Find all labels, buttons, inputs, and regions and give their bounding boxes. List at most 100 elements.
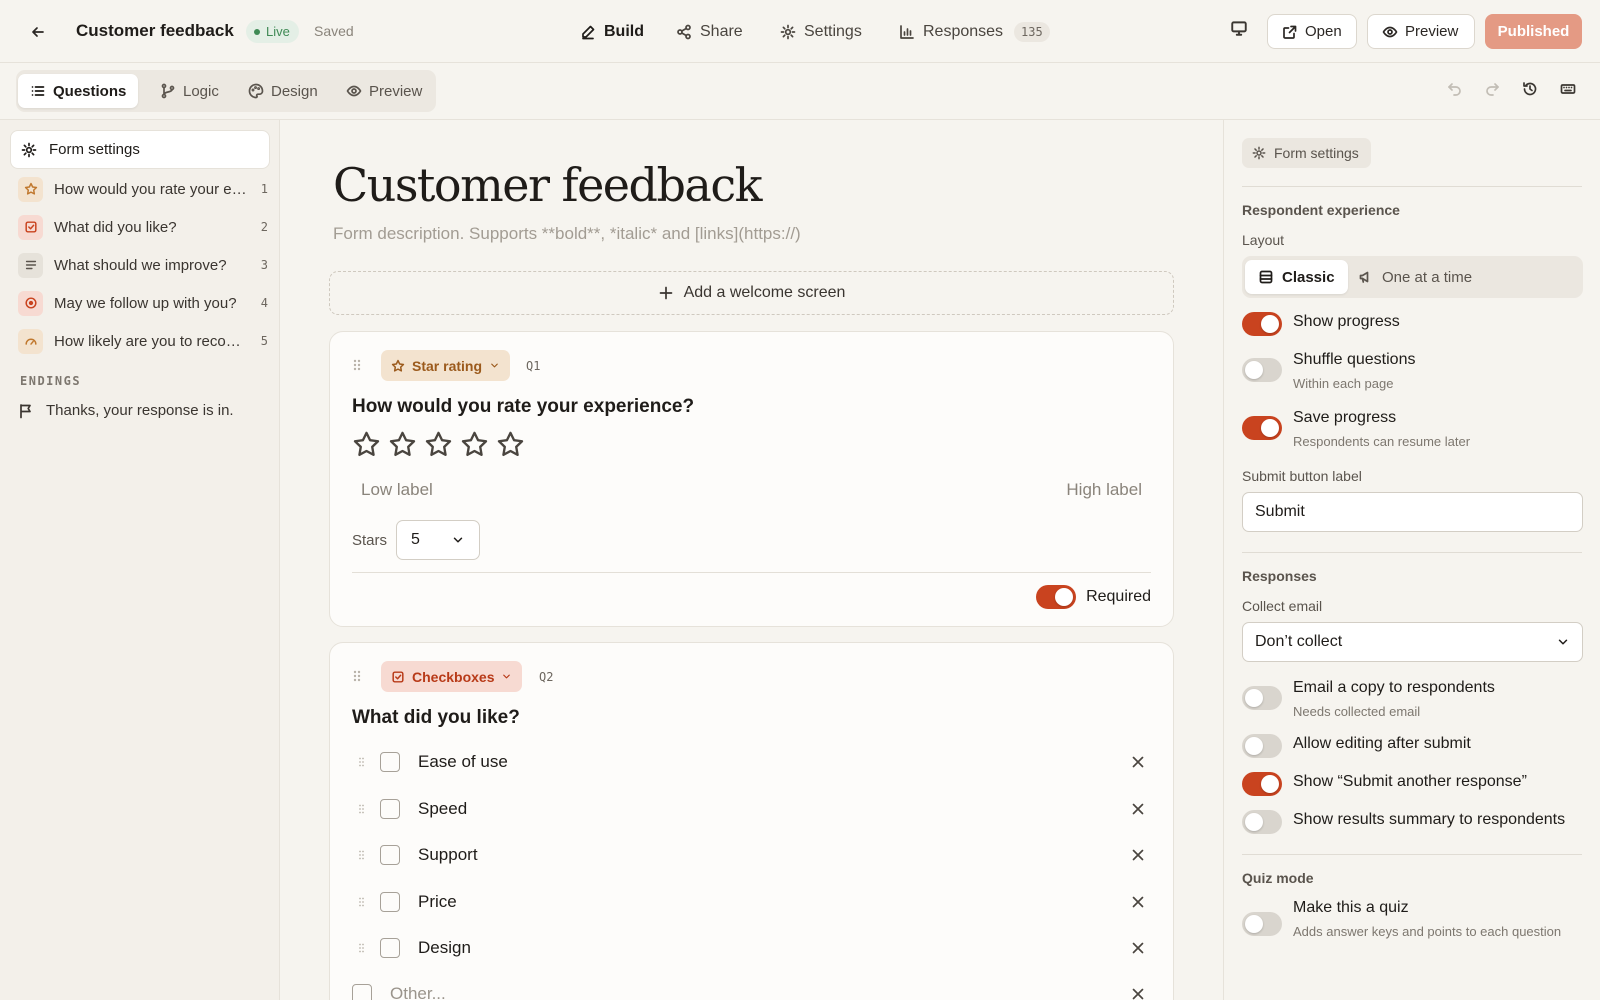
keyboard-shortcuts-button[interactable] <box>1560 81 1576 97</box>
sidebar-form-settings[interactable]: Form settings <box>10 130 270 169</box>
sidebar-item-q4[interactable]: May we follow up with you? 4 <box>18 288 268 318</box>
remove-option-button[interactable] <box>1130 940 1146 956</box>
sidebar-item-q2[interactable]: What did you like? 2 <box>18 212 268 242</box>
nav-settings[interactable]: Settings <box>780 0 862 63</box>
checkbox[interactable] <box>380 799 400 819</box>
question-type-dropdown[interactable]: Star rating <box>381 350 511 381</box>
drag-handle-icon[interactable] <box>352 358 362 372</box>
stars-count-select[interactable]: 5 <box>396 520 481 560</box>
sidebar-item-label: What should we improve? <box>54 256 227 274</box>
device-toggle-button[interactable] <box>1230 19 1248 37</box>
checkbox[interactable] <box>380 752 400 772</box>
open-button[interactable]: Open <box>1267 14 1357 49</box>
sidebar-item-q3[interactable]: What should we improve? 3 <box>18 250 268 280</box>
drag-handle-icon[interactable] <box>352 803 372 815</box>
tab-design[interactable]: Design <box>236 74 330 108</box>
question-type-dropdown[interactable]: Checkboxes <box>381 661 523 692</box>
option-label[interactable]: Speed <box>418 799 1130 819</box>
toggle-shuffle-questions[interactable]: Shuffle questions Within each page <box>1242 350 1587 393</box>
checkbox-option[interactable]: Price <box>352 884 1152 920</box>
toggle-allow-editing[interactable]: Allow editing after submit <box>1242 734 1587 758</box>
checkbox[interactable] <box>352 984 372 1000</box>
other-option-input[interactable]: Other... <box>390 984 1130 1000</box>
remove-option-button[interactable] <box>1130 894 1146 910</box>
remove-option-button[interactable] <box>1130 847 1146 863</box>
drag-handle-icon[interactable] <box>352 756 372 768</box>
remove-option-button[interactable] <box>1130 801 1146 817</box>
checkbox-option[interactable]: Speed <box>352 791 1152 827</box>
question-title[interactable]: How would you rate your experience? <box>352 396 694 418</box>
toggle-save-progress[interactable]: Save progress Respondents can resume late… <box>1242 408 1587 451</box>
results-summary-toggle[interactable] <box>1242 810 1282 834</box>
submit-another-toggle[interactable] <box>1242 772 1282 796</box>
show-progress-toggle[interactable] <box>1242 312 1282 336</box>
sidebar-item-label: May we follow up with you? <box>54 294 237 312</box>
email-copy-toggle[interactable] <box>1242 686 1282 710</box>
form-description-input[interactable]: Form description. Supports **bold**, *it… <box>333 224 801 244</box>
drag-handle-icon[interactable] <box>352 849 372 861</box>
high-label-input[interactable]: High label <box>1066 480 1142 500</box>
drag-handle-icon[interactable] <box>352 942 372 954</box>
close-icon <box>1132 896 1144 908</box>
save-progress-toggle[interactable] <box>1242 416 1282 440</box>
other-option[interactable]: Other... <box>352 976 1152 1000</box>
option-label[interactable]: Price <box>418 892 1130 912</box>
checkbox-option[interactable]: Ease of use <box>352 744 1152 780</box>
allow-editing-toggle[interactable] <box>1242 734 1282 758</box>
layout-classic-option[interactable]: Classic <box>1245 260 1348 294</box>
redo-button[interactable] <box>1484 81 1500 97</box>
toggle-show-progress[interactable]: Show progress <box>1242 312 1587 336</box>
sidebar-item-q1[interactable]: How would you rate your experience? 1 <box>18 174 268 204</box>
checkbox-option[interactable]: Design <box>352 930 1152 966</box>
shuffle-questions-toggle[interactable] <box>1242 358 1282 382</box>
panel-form-settings-chip: Form settings <box>1242 138 1371 168</box>
sidebar-item-q5[interactable]: How likely are you to recommend us? 5 <box>18 326 268 356</box>
make-quiz-toggle[interactable] <box>1242 912 1282 936</box>
checkbox-option[interactable]: Support <box>352 837 1152 873</box>
toggle-submit-another[interactable]: Show “Submit another response” <box>1242 772 1587 796</box>
option-label[interactable]: Ease of use <box>418 752 1130 772</box>
toggle-make-quiz[interactable]: Make this a quiz Adds answer keys and poi… <box>1242 898 1587 941</box>
add-welcome-screen-label: Add a welcome screen <box>683 284 846 301</box>
required-toggle[interactable] <box>1036 585 1077 609</box>
toggle-knob <box>1245 361 1263 379</box>
question-card-q2[interactable]: Checkboxes Q2 What did you like? Ease of… <box>329 642 1174 1000</box>
back-button[interactable] <box>26 20 50 44</box>
layout-one-at-a-time-option[interactable]: One at a time <box>1345 260 1485 294</box>
toggle-email-copy[interactable]: Email a copy to respondents Needs collect… <box>1242 678 1587 721</box>
history-button[interactable] <box>1522 81 1538 97</box>
toggle-results-summary[interactable]: Show results summary to respondents <box>1242 810 1587 834</box>
star-icon <box>18 176 43 202</box>
checkbox[interactable] <box>380 892 400 912</box>
tab-preview[interactable]: Preview <box>334 74 434 108</box>
tab-questions[interactable]: Questions <box>18 74 139 108</box>
status-label: Live <box>266 24 290 39</box>
toggle-sublabel: Respondents can resume later <box>1293 434 1471 449</box>
drag-handle-icon[interactable] <box>352 896 372 908</box>
option-label[interactable]: Support <box>418 845 1130 865</box>
collect-email-select[interactable]: Don’t collect <box>1242 622 1583 662</box>
low-label-input[interactable]: Low label <box>361 480 433 500</box>
tab-logic-label: Logic <box>183 82 219 100</box>
undo-button[interactable] <box>1447 81 1463 97</box>
question-card-q1[interactable]: Star rating Q1 How would you rate your e… <box>329 331 1174 627</box>
drag-handle-icon[interactable] <box>352 669 362 683</box>
toggle-knob <box>1261 775 1279 793</box>
add-welcome-screen-button[interactable]: Add a welcome screen <box>329 271 1174 315</box>
preview-button[interactable]: Preview <box>1367 14 1475 49</box>
sidebar-ending-item[interactable]: Thanks, your response is in. <box>18 402 234 419</box>
option-label[interactable]: Design <box>418 938 1130 958</box>
remove-option-button[interactable] <box>1130 754 1146 770</box>
tab-logic[interactable]: Logic <box>148 74 231 108</box>
submit-button-label-input[interactable]: Submit <box>1242 492 1583 532</box>
remove-option-button[interactable] <box>1130 986 1146 1000</box>
save-state: Saved <box>314 23 354 39</box>
form-heading[interactable]: Customer feedback <box>333 158 763 212</box>
nav-build[interactable]: Build <box>580 0 644 63</box>
published-button[interactable]: Published <box>1485 14 1582 49</box>
question-title[interactable]: What did you like? <box>352 707 520 729</box>
checkbox[interactable] <box>380 845 400 865</box>
nav-responses[interactable]: Responses 135 <box>899 0 1050 63</box>
nav-share[interactable]: Share <box>676 0 743 63</box>
checkbox[interactable] <box>380 938 400 958</box>
